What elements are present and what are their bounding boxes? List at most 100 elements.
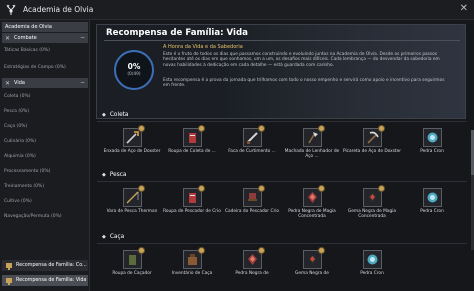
item-icon-frame (302, 247, 325, 269)
item-name: Inventário de Caça (171, 271, 213, 276)
banner-description: Este é o fruto de todos os dias que pass… (163, 52, 463, 68)
section-header-coleta: ◆ Coleta (102, 112, 128, 118)
axe-icon (303, 129, 321, 146)
item-icon-frame (122, 125, 145, 147)
sidebar-header: Academia de Olvia (2, 22, 88, 32)
sidebar-item-cultivo[interactable]: Cultivo (0%) (4, 199, 88, 204)
item-name: Roupa de Pescador de Crio (163, 209, 221, 214)
item-name: Gema Negra de (295, 271, 329, 276)
sidebar-item-processamento[interactable]: Processamento (0%) (4, 169, 88, 174)
window-title: Academia de Olvia (23, 5, 94, 14)
page-title: Recompensa de Família: Vida (106, 28, 248, 38)
sidebar-item-family-combat[interactable]: Recompensa de Família: Co... (2, 260, 88, 271)
reward-item[interactable]: Pedra Negra de Magia Concentrada (281, 185, 343, 219)
sidebar-group-label: Vida (14, 80, 25, 86)
close-icon[interactable]: ✕ (460, 3, 468, 14)
reward-badge-icon (317, 125, 325, 132)
cron-stone-icon (423, 189, 441, 206)
item-name: Picareta de Aço de Doxster (342, 149, 402, 154)
cron-stone-icon (423, 129, 441, 146)
progress-count: (0/49) (127, 71, 141, 77)
reward-badge-icon (377, 185, 385, 192)
section-title: Pesca (109, 172, 127, 178)
item-name: Pedra Cron (420, 209, 444, 214)
diamond-bullet-icon: ◆ (102, 234, 106, 240)
reward-item[interactable]: Pedra Cron (401, 188, 463, 214)
reward-item[interactable]: Machado de Lenhador de Aço ... (281, 125, 343, 160)
item-icon-frame (362, 185, 385, 207)
sidebar-item-label: Recompensa de Família: Vida (16, 278, 87, 283)
bag-icon (183, 251, 201, 268)
item-name: Roupa de Coleta de ... (168, 149, 216, 154)
item-name: Pedra Cron (360, 271, 384, 276)
reward-item[interactable]: Pedra Cron (401, 128, 463, 154)
reward-item[interactable]: Roupa de Pescador de Crio (161, 185, 223, 214)
black-gem-icon (363, 189, 381, 206)
sidebar-group-life[interactable]: ✕ Vida − (2, 78, 88, 88)
reward-item[interactable]: Pedra Cron (341, 250, 403, 276)
black-stone-icon (243, 251, 261, 268)
sidebar-group-combat[interactable]: ✕ Combate − (2, 33, 88, 43)
progress-ring: 0% (0/49) (114, 50, 154, 90)
outfit-icon (183, 129, 201, 146)
sidebar-item-alquimia[interactable]: Alquimia (0%) (4, 154, 88, 159)
reward-item[interactable]: Inventário de Caça (161, 247, 223, 276)
reward-banner: Recompensa de Família: Vida 0% (0/49) A … (96, 24, 466, 119)
reward-badge-icon (197, 247, 205, 254)
section-divider (97, 121, 467, 122)
crossed-swords-icon: ✕ (5, 79, 11, 87)
black-stone-icon (303, 189, 321, 206)
diamond-bullet-icon: ◆ (102, 112, 106, 118)
sidebar-item-coleta[interactable]: Coleta (0%) (4, 94, 88, 99)
hoe-icon (123, 129, 141, 146)
item-icon-frame (182, 125, 205, 147)
item-name: Roupa de Caçador (112, 271, 152, 276)
item-icon-frame (422, 188, 442, 207)
sidebar-item-label: Recompensa de Família: Co... (16, 263, 87, 268)
reward-badge-icon (137, 125, 145, 132)
item-name: Vara de Pesca Therman (106, 209, 158, 214)
knife-icon (243, 129, 261, 146)
sidebar-item-culinaria[interactable]: Culinária (0%) (4, 139, 88, 144)
collapse-icon[interactable]: − (80, 79, 85, 86)
sidebar-item-family-life[interactable]: Recompensa de Família: Vida (2, 275, 88, 286)
sidebar-item-navegacao[interactable]: Navegação/Permuta (0%) (4, 214, 88, 219)
sidebar-item-treinamento[interactable]: Treinamento (0%) (4, 184, 88, 189)
reward-item[interactable]: Enxada de Aço de Doxster (101, 125, 163, 154)
item-name: Machado de Lenhador de Aço ... (284, 149, 340, 160)
banner-art (225, 25, 465, 118)
reward-item[interactable]: Gema Negra de (281, 247, 343, 276)
reward-item[interactable]: Pedra Negra de (221, 247, 283, 276)
section-header-pesca: ◆ Pesca (102, 172, 126, 178)
reward-item[interactable]: Faca de Curtimento ... (221, 125, 283, 154)
reward-item[interactable]: Picareta de Aço de Doxster (341, 125, 403, 154)
reward-badge-icon (317, 247, 325, 254)
sidebar-item-estrategias[interactable]: Estratégias de Campo (0%) (4, 65, 88, 70)
outfit-icon (183, 189, 201, 206)
sidebar-item-caca[interactable]: Caça (0%) (4, 124, 88, 129)
reward-badge-icon (317, 185, 325, 192)
trophy-icon (5, 277, 13, 285)
black-gem-icon (303, 251, 321, 268)
section-title: Coleta (109, 112, 129, 118)
banner-description-2: Esta recompensa é a prova da jornada que… (163, 78, 463, 89)
item-icon-frame (242, 247, 265, 269)
reward-badge-icon (257, 247, 265, 254)
reward-badge-icon (257, 185, 265, 192)
banner-subtitle: A Honra da Vida e da Sabedoria (163, 44, 243, 50)
item-icon-frame (422, 128, 442, 147)
reward-item[interactable]: Cadeira do Pescador Crio (221, 185, 283, 214)
reward-item[interactable]: Roupa de Coleta de ... (161, 125, 223, 154)
desc-line: Esta recompensa é a prova da jornada que… (163, 78, 445, 83)
item-icon-frame (362, 125, 385, 147)
divider (104, 40, 460, 41)
sidebar-item-pesca[interactable]: Pesca (0%) (4, 109, 88, 114)
item-icon-frame (242, 185, 265, 207)
sidebar-item-taticas[interactable]: Táticas Básicas (0%) (4, 48, 88, 53)
reward-item[interactable]: Roupa de Caçador (101, 247, 163, 276)
chair-icon (243, 189, 261, 206)
reward-item[interactable]: Vara de Pesca Therman (101, 185, 163, 214)
collapse-icon[interactable]: − (80, 34, 85, 41)
reward-item[interactable]: Gema Negra de Magia Concentrada (341, 185, 403, 219)
item-name: Pedra Cron (420, 149, 444, 154)
